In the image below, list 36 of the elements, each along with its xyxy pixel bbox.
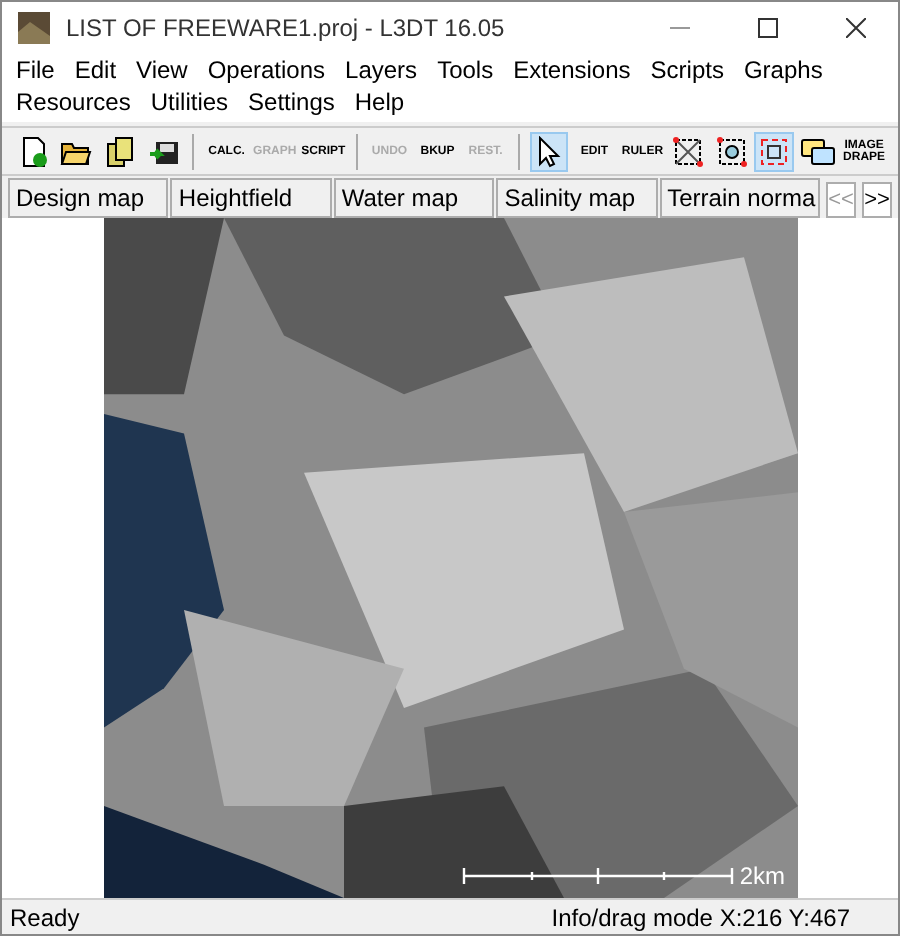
- tab[interactable]: Design map: [8, 178, 169, 218]
- close-icon[interactable]: [846, 18, 866, 38]
- scale-label: 2km: [739, 860, 785, 894]
- selection-icon: [672, 135, 704, 167]
- toolbar-button[interactable]: [668, 131, 708, 171]
- toolbar-button[interactable]: [529, 131, 569, 171]
- toolbar-button[interactable]: [711, 131, 751, 171]
- tab-scroll-button[interactable]: >>: [862, 182, 893, 218]
- tab[interactable]: Water map: [333, 178, 495, 218]
- status-info: Info/drag mode X:216 Y:467: [551, 901, 850, 934]
- menu-item[interactable]: Scripts: [640, 54, 734, 86]
- menu-item[interactable]: Extensions: [503, 54, 641, 86]
- menu-item[interactable]: Operations: [197, 54, 336, 86]
- menu-item[interactable]: View: [126, 54, 198, 86]
- menu-item[interactable]: File: [6, 54, 65, 86]
- menu-item[interactable]: Utilities: [140, 86, 239, 118]
- menu-item[interactable]: Settings: [238, 86, 345, 118]
- documents-icon: [104, 135, 137, 167]
- menu-item[interactable]: Layers: [335, 54, 428, 86]
- frame-icon: [758, 135, 791, 167]
- new-file-icon: [17, 135, 50, 167]
- menu-item[interactable]: Tools: [427, 54, 504, 86]
- tab[interactable]: Salinity map: [496, 178, 658, 218]
- maximize-icon[interactable]: [758, 18, 778, 38]
- speech-bubbles-icon: [800, 135, 837, 167]
- menu-item[interactable]: Help: [344, 86, 415, 118]
- menu-item[interactable]: Edit: [64, 54, 127, 86]
- menu-item[interactable]: Resources: [6, 86, 141, 118]
- tab[interactable]: Terrain norma: [659, 178, 821, 218]
- tab[interactable]: Heightfield: [170, 178, 332, 218]
- zoom-selection-icon: [715, 135, 748, 167]
- app-icon: [18, 12, 50, 44]
- toolbar-button[interactable]: [754, 131, 795, 171]
- status-text: Ready: [10, 901, 80, 934]
- menu-item[interactable]: Graphs: [733, 54, 833, 86]
- window-title: LIST OF FREEWARE1.proj - L3DT 16.05: [66, 12, 505, 46]
